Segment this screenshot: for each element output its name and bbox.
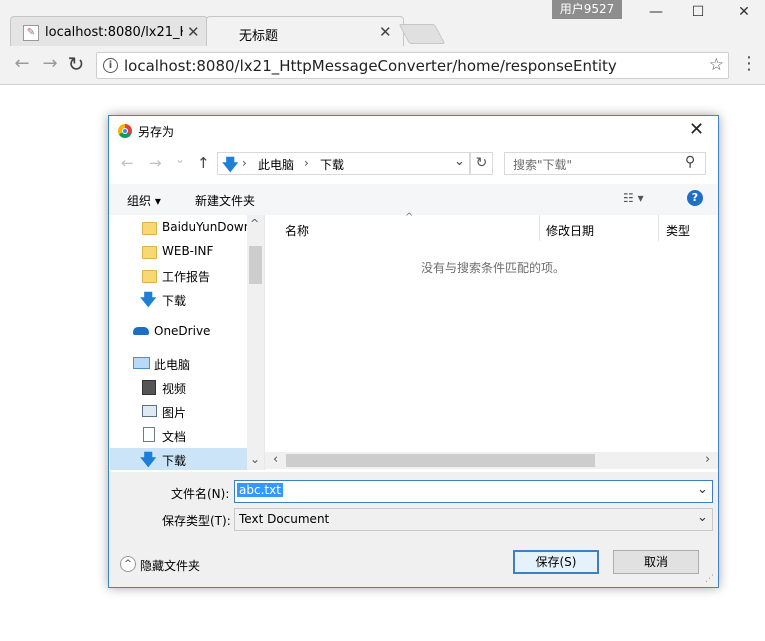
sidebar-item-label: 下载 xyxy=(162,294,187,308)
empty-message: 没有与搜索条件匹配的项。 xyxy=(421,261,566,275)
info-icon[interactable]: i xyxy=(103,58,118,73)
filename-input[interactable]: abc.txt ⌄ xyxy=(234,480,713,503)
dialog-close-icon[interactable]: ✕ xyxy=(689,119,704,140)
window-close-icon[interactable]: ✕ xyxy=(724,4,764,24)
folder-icon xyxy=(142,222,157,235)
column-header-name[interactable]: 名称 xyxy=(285,222,309,239)
search-icon[interactable]: ⚲ xyxy=(685,154,695,170)
sidebar-item-label: 图片 xyxy=(162,406,187,420)
search-placeholder: 搜索"下载" xyxy=(513,158,573,172)
sort-ascending-icon: ^ xyxy=(405,212,414,223)
filename-dropdown-icon[interactable]: ⌄ xyxy=(697,482,708,497)
forward-icon[interactable]: → xyxy=(38,52,62,76)
download-folder-icon: 🡇 xyxy=(222,155,239,174)
dialog-title: 另存为 xyxy=(138,125,175,139)
bookmark-star-icon[interactable]: ☆ xyxy=(709,55,724,75)
column-header-type[interactable]: 类型 xyxy=(666,222,690,239)
tab-localhost[interactable]: ✎ localhost:8080/lx21_Ht ✕ xyxy=(10,16,208,47)
filename-label: 文件名(N): xyxy=(171,487,230,501)
scroll-down-icon[interactable]: ⌄ xyxy=(250,452,260,466)
column-separator[interactable] xyxy=(658,215,659,241)
breadcrumb-separator: › xyxy=(304,156,309,170)
filename-value: abc.txt xyxy=(237,483,283,497)
filetype-label: 保存类型(T): xyxy=(162,514,231,528)
tab-untitled[interactable]: 无标题 ✕ xyxy=(206,16,404,47)
chrome-logo-icon xyxy=(118,124,132,138)
search-input[interactable]: 搜索"下载" ⚲ xyxy=(504,152,706,175)
tab-label: 无标题 xyxy=(239,29,279,44)
scroll-up-icon[interactable]: ^ xyxy=(250,217,259,230)
command-bar: 组织 ▾ 新建文件夹 ☷ ▾ ? xyxy=(109,184,718,215)
sidebar-item-label: 工作报告 xyxy=(162,270,211,284)
document-icon xyxy=(143,427,155,442)
column-header-modified[interactable]: 修改日期 xyxy=(546,222,594,239)
tab-close-icon[interactable]: ✕ xyxy=(379,23,392,41)
save-button[interactable]: 保存(S) xyxy=(513,550,599,574)
download-icon: 🡇 xyxy=(140,290,157,309)
maximize-icon[interactable]: ☐ xyxy=(678,4,718,24)
sidebar-item-label: OneDrive xyxy=(154,324,211,338)
help-icon[interactable]: ? xyxy=(687,190,703,206)
filetype-select[interactable]: Text Document ⌄ xyxy=(234,508,713,531)
tab-close-icon[interactable]: ✕ xyxy=(187,23,200,41)
user-profile-badge[interactable]: 用户9527 xyxy=(552,0,622,19)
url-text: localhost:8080/lx21_HttpMessageConverter… xyxy=(124,57,617,75)
reload-icon[interactable]: ↻ xyxy=(64,52,88,76)
breadcrumb-downloads[interactable]: 下载 xyxy=(320,156,344,173)
refresh-icon[interactable]: ↻ xyxy=(470,152,493,175)
sidebar-item-label: WEB-INF xyxy=(162,244,214,258)
up-folder-icon[interactable]: ↑ xyxy=(197,154,210,172)
scroll-right-icon[interactable]: › xyxy=(705,452,710,467)
sidebar-item-label: BaiduYunDown xyxy=(162,220,247,234)
breadcrumb-separator: › xyxy=(242,156,247,170)
cancel-button[interactable]: 取消 xyxy=(613,550,699,574)
picture-icon xyxy=(142,405,157,417)
horizontal-scroll-thumb[interactable] xyxy=(286,454,595,467)
dialog-titlebar xyxy=(109,116,718,146)
hide-folders-label: 隐藏文件夹 xyxy=(140,559,201,573)
sidebar-scroll-thumb[interactable] xyxy=(249,246,262,284)
recent-locations-icon[interactable]: ⌄ xyxy=(175,152,185,166)
resize-grip-icon[interactable]: ⋰ xyxy=(705,574,714,584)
breadcrumb[interactable]: 🡇 › 此电脑 › 下载 ⌄ xyxy=(217,152,470,175)
breadcrumb-this-pc[interactable]: 此电脑 xyxy=(258,156,294,173)
filetype-value: Text Document xyxy=(239,512,330,526)
sidebar-item-label: 文档 xyxy=(162,430,187,444)
cloud-icon xyxy=(133,327,149,335)
filetype-dropdown-icon[interactable]: ⌄ xyxy=(697,510,708,525)
scroll-left-icon[interactable]: ‹ xyxy=(273,452,278,467)
folder-icon xyxy=(142,270,157,283)
address-bar[interactable]: i localhost:8080/lx21_HttpMessageConvert… xyxy=(96,52,729,79)
browser-menu-icon[interactable]: ⋮ xyxy=(740,52,758,76)
collapse-icon: ^ xyxy=(120,556,136,572)
dialog-forward-icon[interactable]: → xyxy=(149,154,162,172)
sidebar-item-label: 下载 xyxy=(162,454,187,468)
folder-icon xyxy=(142,246,157,259)
new-folder-button[interactable]: 新建文件夹 xyxy=(195,192,255,209)
dialog-back-icon[interactable]: ← xyxy=(121,154,134,172)
page-favicon-icon: ✎ xyxy=(23,25,39,41)
file-list[interactable] xyxy=(265,215,718,470)
view-options-icon[interactable]: ☷ ▾ xyxy=(623,191,644,205)
computer-icon xyxy=(133,357,150,369)
save-as-dialog: 另存为 ✕ ← → ⌄ ↑ 🡇 › 此电脑 › 下载 ⌄ ↻ 搜索"下载" ⚲ … xyxy=(108,115,719,588)
minimize-icon[interactable]: — xyxy=(636,4,676,24)
sidebar-item-label: 视频 xyxy=(162,382,187,396)
breadcrumb-dropdown-icon[interactable]: ⌄ xyxy=(454,154,465,169)
sidebar-item-label: 此电脑 xyxy=(154,358,191,372)
organize-button[interactable]: 组织 ▾ xyxy=(127,192,161,209)
column-separator[interactable] xyxy=(539,215,540,241)
video-icon xyxy=(142,380,156,395)
back-icon[interactable]: ← xyxy=(10,52,34,76)
tab-label: localhost:8080/lx21_Ht xyxy=(45,25,183,40)
sidebar-item-downloads-selected[interactable]: 🡇 下载 xyxy=(110,448,247,470)
